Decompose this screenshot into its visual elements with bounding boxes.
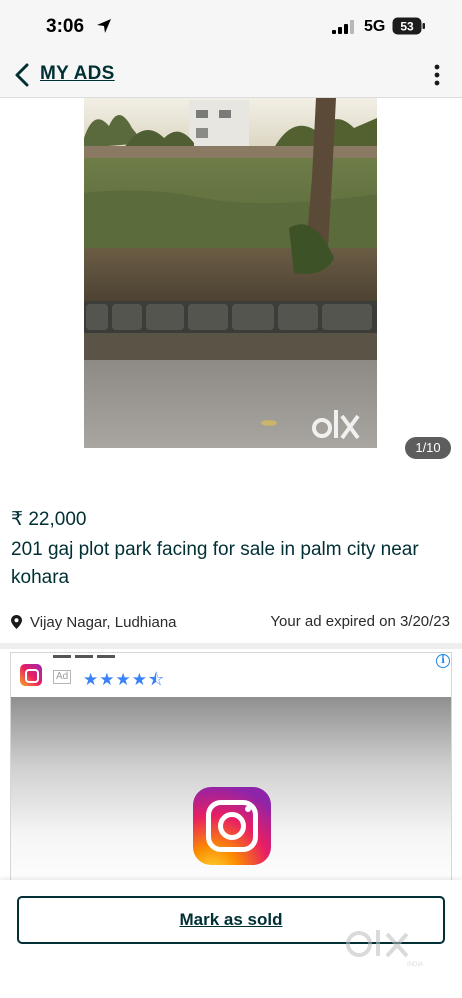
listing-photo[interactable] [84,98,377,448]
app-header: MY ADS [0,52,462,98]
location-text: Vijay Nagar, Ludhiana [30,613,177,631]
ad-info-icon[interactable]: i [436,654,450,668]
listing-price: ₹ 22,000 [11,509,87,530]
more-options-icon[interactable] [428,62,446,88]
page-title: MY ADS [40,63,115,84]
location-pin-icon [11,615,22,629]
battery-level: 53 [400,20,414,34]
listing-title: 201 gaj plot park facing for sale in pal… [11,539,419,588]
expiry-notice: Your ad expired on 3/20/23 [270,613,450,630]
battery-icon: 53 [392,17,425,35]
network-type: 5G [364,18,386,35]
instagram-logo-icon [193,787,271,865]
ad-banner[interactable] [11,697,451,891]
rating-stars: ★★★★⯪ [83,670,166,689]
watermark-sub: INDIA [407,962,423,968]
status-bar: 3:06 5G 53 [0,0,462,52]
status-time: 3:06 [46,16,85,37]
ad-badge: Ad [53,670,72,684]
signal-icon [332,20,354,34]
back-chevron-icon[interactable] [12,63,32,87]
listing-location: Vijay Nagar, Ludhiana [11,612,177,632]
instagram-small-icon [20,664,42,686]
ad-app-name-placeholder [53,655,133,663]
section-divider [0,643,462,649]
advertisement-card[interactable]: Ad ★★★★⯪ i [10,652,452,892]
olx-watermark-icon: INDIA [346,930,423,968]
bottom-action-bar: Mark as sold INDIA [0,880,462,998]
photo-counter: 1/10 [405,437,451,459]
location-arrow-icon [97,19,111,33]
